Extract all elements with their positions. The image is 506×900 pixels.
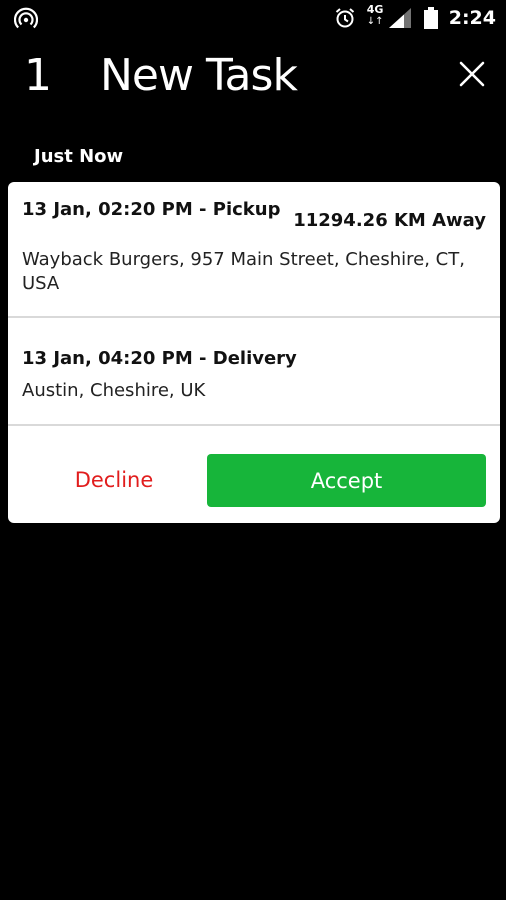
close-icon <box>459 61 485 87</box>
close-button[interactable] <box>454 56 490 92</box>
status-bar: 4G ↓↑ 2:24 <box>0 0 506 36</box>
accept-button[interactable]: Accept <box>207 454 486 507</box>
hotspot-icon <box>14 7 38 29</box>
network-type: 4G <box>366 3 384 16</box>
header: 1 New Task <box>0 44 506 108</box>
page-title: New Task <box>100 50 298 101</box>
delivery-section: 13 Jan, 04:20 PM - Delivery Austin, Ches… <box>8 318 500 426</box>
distance-label: 11294.26 KM Away <box>293 210 486 231</box>
pickup-time: 13 Jan, 02:20 PM - Pickup <box>22 199 281 220</box>
delivery-time: 13 Jan, 04:20 PM - Delivery <box>22 348 297 369</box>
task-actions: Decline Accept <box>8 426 500 523</box>
clock: 2:24 <box>448 7 496 29</box>
network-activity-icon: ↓↑ <box>366 16 384 27</box>
pickup-section: 13 Jan, 02:20 PM - Pickup 11294.26 KM Aw… <box>8 182 500 318</box>
task-count: 1 <box>24 50 52 101</box>
signal-icon <box>388 8 411 28</box>
alarm-icon <box>335 8 354 28</box>
pickup-address: Wayback Burgers, 957 Main Street, Cheshi… <box>22 249 465 294</box>
decline-button[interactable]: Decline <box>34 453 194 507</box>
task-card: 13 Jan, 02:20 PM - Pickup 11294.26 KM Aw… <box>8 182 500 523</box>
delivery-address: Austin, Cheshire, UK <box>22 380 206 401</box>
battery-icon <box>423 7 438 29</box>
network-indicator: 4G ↓↑ <box>367 4 413 32</box>
section-label: Just Now <box>34 146 124 167</box>
